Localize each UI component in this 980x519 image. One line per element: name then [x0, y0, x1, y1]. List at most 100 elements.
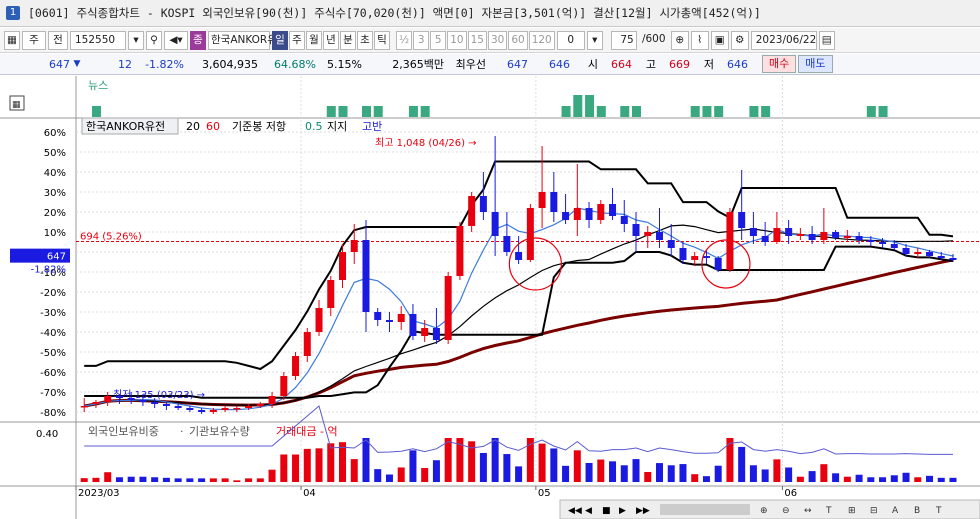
news-bar	[91, 106, 101, 117]
quote-bar: 647 ▼ 12 -1.82% 3,604,935 64.68% 5.15% 2…	[0, 54, 980, 75]
candle-body	[456, 226, 464, 276]
candle-body	[749, 228, 757, 236]
period-select[interactable]: 주	[22, 30, 46, 50]
news-bar	[866, 106, 876, 117]
y-tick-label: -50%	[40, 348, 66, 359]
candle-body	[162, 404, 170, 406]
current-price: 647	[49, 57, 70, 71]
volume-bar	[644, 471, 652, 482]
legend-ma2: 60	[206, 120, 220, 133]
volume-bar	[315, 448, 323, 482]
period-tab-1[interactable]: 주	[289, 30, 305, 50]
candle-body	[268, 396, 276, 404]
volume-bar	[374, 469, 382, 482]
date-input[interactable]: 2023/06/22	[750, 30, 817, 50]
scroll-bar[interactable]: ◀◀ ◀ ■ ▶ ▶▶ ⊕ ⊖ ↔ T ⊞ ⊟ A B T	[559, 499, 980, 519]
x-label: 05	[538, 488, 551, 499]
candle-body	[198, 410, 206, 412]
news-bar	[338, 106, 348, 117]
resistance-line	[84, 160, 954, 371]
volume-bar	[280, 454, 288, 482]
volume-bar	[902, 472, 910, 482]
priority-label: 최우선	[455, 58, 486, 71]
period-tab-5[interactable]: 초	[357, 30, 373, 50]
candle-body	[820, 232, 828, 240]
news-bar	[620, 106, 630, 117]
chart-type-select[interactable]: 전	[48, 30, 68, 50]
news-bar	[632, 106, 642, 117]
volume-bar	[808, 471, 816, 482]
candle-body	[397, 314, 405, 322]
high-annotation: 최고 1,048 (04/26) →	[375, 137, 477, 149]
sell-button[interactable]: 매도	[798, 55, 833, 73]
interval-tab-1[interactable]: 3	[413, 30, 430, 50]
institution-label: 기관보유수량	[189, 425, 250, 438]
scroll-thumb	[660, 504, 750, 515]
candle-body	[843, 236, 851, 238]
legend-indicator: 기준봉 저항	[232, 120, 286, 133]
reference-line-label: 694 (5.26%)	[80, 231, 142, 242]
volume-bar	[421, 468, 429, 482]
period-tab-6[interactable]: 틱	[374, 30, 390, 50]
news-bar	[408, 106, 418, 117]
main-price-panel[interactable]: 한국ANKOR유전 20 60 기준봉 저항 0.5 지지 고반 694 (5.26%) 최고 …	[76, 117, 980, 414]
volume-bar	[491, 438, 499, 482]
volume-bar	[339, 442, 347, 482]
candle-body	[468, 196, 476, 226]
drawing-tool-icon: T	[935, 506, 942, 516]
chart-tool-icon[interactable]: ⌇	[690, 30, 709, 50]
interval-arrow-icon[interactable]: ▾	[586, 30, 603, 50]
interval-tab-0[interactable]: ½	[396, 30, 413, 50]
candle-body	[245, 406, 253, 408]
dropdown-arrow-icon[interactable]: ▾	[128, 30, 144, 50]
candle-body	[926, 252, 934, 256]
period-tab-3[interactable]: 년	[323, 30, 339, 50]
chart-area[interactable]: ▦뉴스 60%50%40%30%20%10%-10%-20%-30%-40%-5…	[0, 76, 980, 519]
candle-body	[632, 224, 640, 236]
candle-body	[479, 196, 487, 212]
view-count-input[interactable]: 75	[610, 30, 637, 50]
news-bar	[690, 106, 700, 117]
y-tick-label: 60%	[44, 128, 66, 139]
volume-bar	[198, 478, 206, 482]
interval-input[interactable]: 0	[556, 30, 585, 50]
candle-body	[914, 252, 922, 254]
period-tab-2[interactable]: 월	[306, 30, 322, 50]
settings-icon[interactable]: ⚙	[730, 30, 749, 50]
interval-tab-4[interactable]: 15	[467, 30, 487, 50]
candle-body	[186, 408, 194, 410]
volume-bar	[151, 477, 159, 482]
interval-tab-7[interactable]: 120	[528, 30, 555, 50]
news-bar	[714, 106, 724, 117]
period-tab-4[interactable]: 분	[340, 30, 356, 50]
volume-panel: 0.40 외국인보유비중 · 기관보유수량 거래대금 - 억	[36, 405, 957, 482]
volume-axis-label: 0.40	[36, 429, 58, 440]
news-bar	[561, 106, 571, 117]
foreign-holding-label: 외국인보유비중	[88, 425, 159, 438]
sound-icon[interactable]: ◀▾	[164, 30, 188, 50]
drawing-tool-icon: ⊕	[760, 506, 768, 516]
search-icon[interactable]: ⚲	[146, 30, 162, 50]
candle-body	[538, 192, 546, 208]
stock-code-input[interactable]: 152550	[70, 30, 126, 50]
volume-bar	[714, 465, 722, 482]
drawing-tool-icon: ⊟	[870, 506, 878, 516]
candle-body	[679, 248, 687, 260]
save-icon[interactable]: ▣	[710, 30, 729, 50]
interval-tab-5[interactable]: 30	[487, 30, 508, 50]
menu-icon[interactable]: ▦	[4, 30, 20, 50]
price-tag-value: 647	[47, 252, 66, 263]
news-panel: ▦ 뉴스	[9, 79, 888, 117]
candle-body	[785, 228, 793, 236]
volume-bar	[92, 477, 100, 482]
interval-tab-6[interactable]: 60	[508, 30, 528, 50]
calendar-icon[interactable]: ▤	[818, 30, 835, 50]
period-tab-0[interactable]: 일	[272, 30, 288, 50]
volume-bar	[127, 476, 135, 482]
pin-icon[interactable]: ⊕	[670, 30, 689, 50]
candle-body	[773, 228, 781, 242]
interval-tab-3[interactable]: 10	[447, 30, 467, 50]
interval-tab-2[interactable]: 5	[430, 30, 447, 50]
buy-button[interactable]: 매수	[762, 55, 797, 73]
change-percent: -1.82%	[145, 57, 184, 71]
